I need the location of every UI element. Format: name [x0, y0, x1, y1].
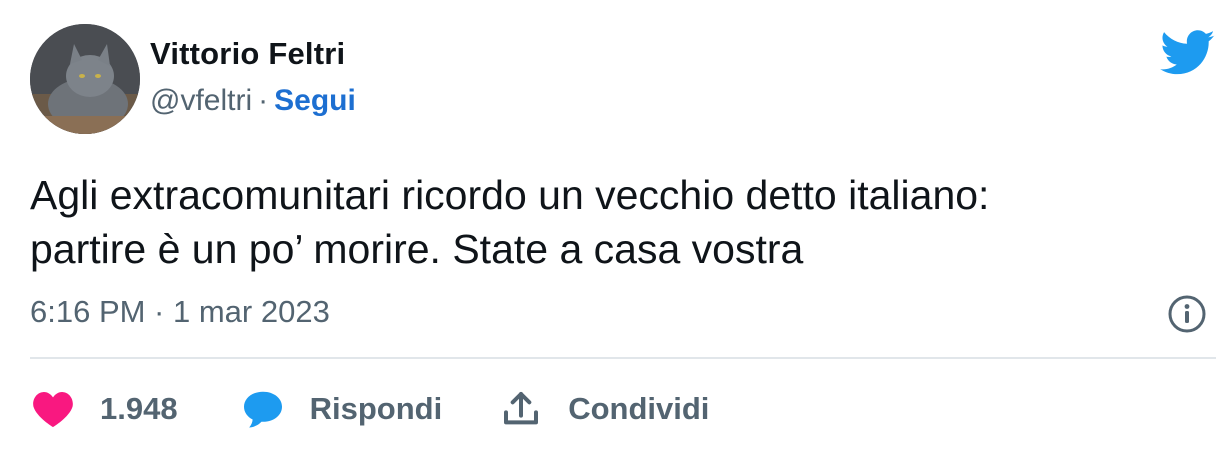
tweet-text-line: partire è un po’ morire. State a casa vo… [30, 226, 804, 272]
reply-button[interactable]: Rispondi [240, 386, 443, 432]
separator-dot: · [258, 84, 269, 117]
tweet-timestamp[interactable]: 6:16 PM · 1 mar 2023 [30, 294, 330, 330]
author-name[interactable]: Vittorio Feltri [150, 36, 345, 72]
like-button[interactable]: 1.948 [30, 386, 178, 432]
author-avatar[interactable] [30, 24, 140, 134]
info-icon[interactable] [1167, 294, 1207, 334]
twitter-bird-icon[interactable] [1160, 30, 1216, 76]
follow-button[interactable]: Segui [274, 84, 356, 117]
cat-photo [30, 24, 140, 134]
divider [30, 357, 1216, 359]
tweet-text: Agli extracomunitari ricordo un vecchio … [30, 168, 1190, 276]
share-button[interactable]: Condividi [498, 386, 709, 432]
share-upload-icon [498, 386, 544, 432]
author-handle[interactable]: @vfeltri [150, 84, 252, 117]
share-label: Condividi [568, 391, 710, 426]
tweet-text-line: Agli extracomunitari ricordo un vecchio … [30, 172, 990, 218]
author-handle-line: @vfeltri · Segui [150, 84, 356, 118]
action-bar: 1.948 Rispondi Condividi [30, 385, 709, 433]
speech-bubble-icon [240, 386, 286, 432]
like-count: 1.948 [100, 391, 178, 426]
reply-label: Rispondi [309, 391, 443, 426]
heart-icon [30, 386, 76, 432]
